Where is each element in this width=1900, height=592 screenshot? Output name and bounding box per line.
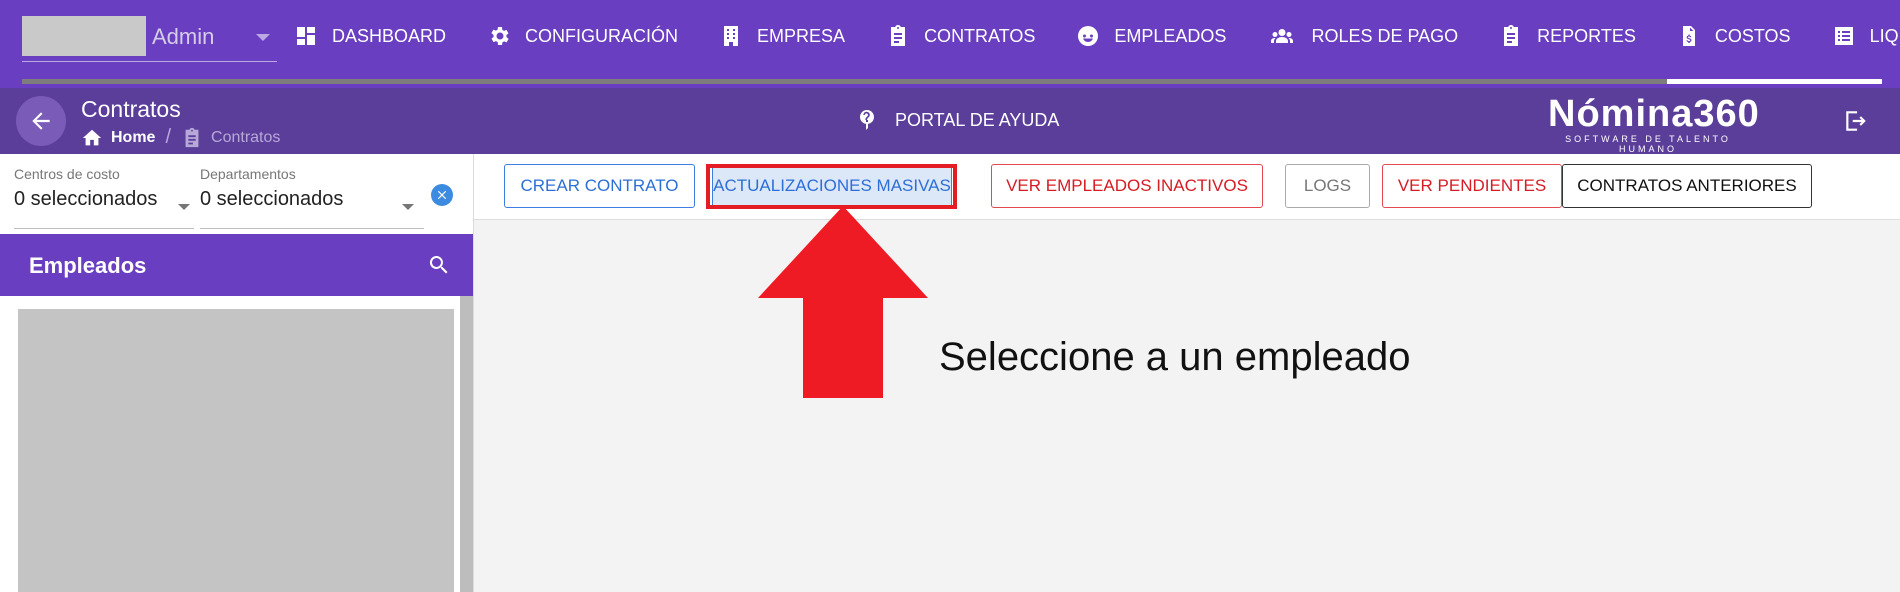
help-portal-label: PORTAL DE AYUDA [895,109,1060,130]
breadcrumb-separator: / [165,126,172,148]
highlight-box [706,164,957,209]
breadcrumb: Home / Contratos [81,126,280,149]
nav-empleados[interactable]: EMPLEADOS [1076,24,1226,48]
nav-empresa[interactable]: EMPRESA [719,24,845,48]
department-label: Departamentos [200,166,296,182]
chevron-down-icon[interactable] [178,204,190,210]
department-underline [200,228,424,229]
breadcrumb-current-label: Contratos [211,128,281,146]
nav-costos[interactable]: COSTOS [1677,24,1791,48]
main-content: CREAR CONTRATO ACTUALIZACIONES MASIVAS V… [474,154,1900,592]
contract-toolbar: CREAR CONTRATO ACTUALIZACIONES MASIVAS V… [474,154,1900,220]
clipboard-icon [185,127,199,147]
cost-center-underline [14,228,194,229]
building-icon [724,26,739,46]
top-navbar: Admin DASHBOARD CONFIGURACIÓN EMPRESA CO… [0,0,1900,88]
nav-dashboard-label: DASHBOARD [332,25,447,46]
people-icon [1271,29,1294,43]
logs-button[interactable]: LOGS [1285,164,1370,208]
chevron-down-icon[interactable] [402,204,414,210]
invoice-icon [1682,26,1695,46]
nav-empresa-label: EMPRESA [757,25,846,46]
create-contract-button[interactable]: CREAR CONTRATO [504,164,695,208]
nav-costos-label: COSTOS [1714,25,1791,46]
nav-contratos[interactable]: CONTRATOS [886,24,1035,48]
avatar [22,16,146,56]
pending-button[interactable]: VER PENDIENTES [1382,164,1562,208]
nav-liquidaciones[interactable]: LIQUIDACIONE [1832,24,1900,48]
face-icon [1078,26,1099,46]
help-portal-link[interactable]: PORTAL DE AYUDA [855,108,1059,132]
employees-header: Empleados [0,234,473,296]
employee-list-scrollbar[interactable] [460,296,473,592]
clipboard-icon [891,25,906,46]
previous-contracts-button[interactable]: CONTRATOS ANTERIORES [1562,164,1812,208]
arrow-back-icon [32,112,50,130]
page-header: Contratos Home / Contratos PORTAL DE AYU… [0,88,1900,154]
cost-center-value: 0 seleccionados [14,188,158,210]
back-button[interactable] [16,96,66,146]
nav-roles-de-pago[interactable]: ROLES DE PAGO [1267,24,1458,48]
user-name: Admin [152,24,215,49]
gear-icon [491,27,509,45]
clipboard-icon [1504,25,1519,46]
logout-icon [1846,111,1866,131]
nav-configuracion[interactable]: CONFIGURACIÓN [487,24,678,48]
nav-empleados-label: EMPLEADOS [1114,25,1227,46]
nav-scroll-track[interactable] [22,79,1882,84]
brand-tagline: SOFTWARE DE TALENTO HUMANO [1565,134,1731,154]
page-title: Contratos [81,96,181,122]
dashboard-icon [297,27,315,45]
breadcrumb-home-label: Home [111,128,156,146]
nav-scroll-thumb[interactable] [1667,79,1882,84]
nav-reportes-label: REPORTES [1537,25,1636,46]
close-icon [437,190,447,200]
department-value: 0 seleccionados [200,188,344,210]
nav-configuracion-label: CONFIGURACIÓN [525,25,679,46]
department-filter[interactable]: Departamentos 0 seleccionados [200,166,343,211]
red-arrow-annotation-icon [758,206,928,398]
main-nav: DASHBOARD CONFIGURACIÓN EMPRESA CONTRATO… [294,24,1900,48]
search-icon [429,256,448,274]
clear-filters-button[interactable] [431,184,453,206]
nav-contratos-label: CONTRATOS [924,25,1036,46]
nav-dashboard[interactable]: DASHBOARD [294,24,446,48]
help-icon [860,110,874,130]
cost-center-filter[interactable]: Centros de costo 0 seleccionados [14,166,157,211]
brand-logo: Nómina360 SOFTWARE DE TALENTO HUMANO [1548,93,1760,154]
nav-liquidaciones-label: LIQUIDACIONE [1869,25,1900,46]
logout-button[interactable] [1843,108,1869,134]
brand-name: Nómina360 [1548,93,1760,135]
nav-reportes[interactable]: REPORTES [1499,24,1636,48]
cost-center-label: Centros de costo [14,166,120,182]
nav-roles-de-pago-label: ROLES DE PAGO [1311,25,1459,46]
user-menu[interactable]: Admin [22,14,277,62]
employee-search-button[interactable] [427,253,451,277]
employees-title: Empleados [29,253,147,278]
breadcrumb-current: Contratos [181,127,280,149]
chevron-down-icon[interactable] [256,34,270,41]
home-icon [82,129,102,145]
empty-state-message: Seleccione a un empleado [939,335,1411,379]
breadcrumb-home[interactable]: Home [81,127,155,149]
employee-sidebar: Centros de costo 0 seleccionados Departa… [0,154,474,592]
employee-list[interactable] [18,309,454,592]
inactive-employees-button[interactable]: VER EMPLEADOS INACTIVOS [991,164,1263,208]
list-icon [1834,27,1853,45]
